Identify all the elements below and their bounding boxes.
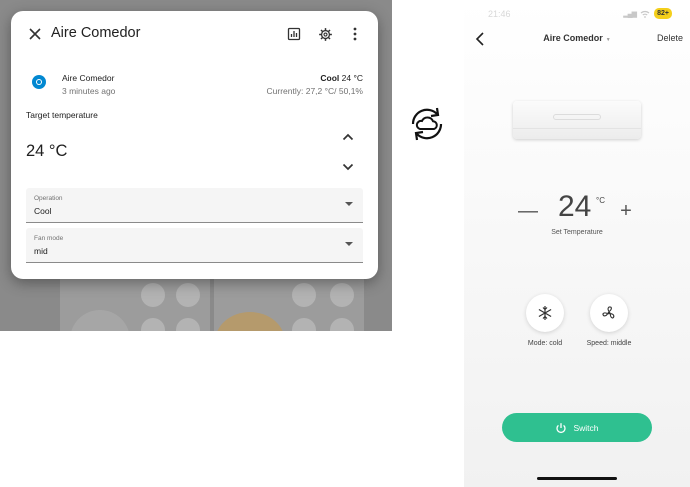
close-icon[interactable] xyxy=(23,22,47,46)
caret-down-icon xyxy=(345,202,353,206)
fan-mode-select[interactable]: Fan mode mid xyxy=(26,228,363,263)
operation-select-label: Operation xyxy=(34,195,63,202)
mode-name: Cool xyxy=(320,73,340,83)
last-changed: 3 minutes ago xyxy=(62,86,116,96)
fan-mode-select-value: mid xyxy=(34,246,48,256)
operation-select-value: Cool xyxy=(34,206,52,216)
fan-icon xyxy=(602,306,615,319)
background-tile xyxy=(176,283,200,307)
switch-label: Switch xyxy=(573,422,599,433)
background-tile xyxy=(330,283,354,307)
caret-down-icon xyxy=(345,242,353,246)
set-temperature-value: 24 xyxy=(558,190,592,223)
battery-badge: 82+ xyxy=(654,8,672,19)
air-conditioner-image xyxy=(513,101,641,139)
more-vertical-icon[interactable] xyxy=(343,22,367,46)
wifi-icon xyxy=(640,10,650,18)
device-title-text: Aire Comedor xyxy=(543,33,603,43)
status-indicators: ▂▄▆ 82+ xyxy=(623,8,672,19)
operation-select[interactable]: Operation Cool xyxy=(26,188,363,223)
home-indicator[interactable] xyxy=(537,477,617,480)
temperature-unit: °C xyxy=(596,196,605,205)
increase-temperature-button[interactable]: + xyxy=(616,200,636,224)
chevron-up-icon[interactable] xyxy=(336,125,360,149)
background-tile xyxy=(141,283,165,307)
power-switch-button[interactable]: Switch xyxy=(502,413,652,442)
decrease-temperature-button[interactable]: — xyxy=(518,200,538,224)
power-icon xyxy=(556,422,567,433)
entity-name: Aire Comedor xyxy=(62,73,115,83)
ha-dashboard-backdrop: Aire Comedor Aire Comedor 3 minutes ago … xyxy=(0,0,392,331)
current-reading: Currently: 27,2 °C/ 50,1% xyxy=(266,86,363,96)
ac-vent-line xyxy=(513,128,641,129)
background-tile xyxy=(292,283,316,307)
fan-speed-button[interactable] xyxy=(590,294,628,332)
dialog-title: Aire Comedor xyxy=(51,25,141,41)
target-temperature-value: 24 °C xyxy=(26,142,68,160)
target-temperature-label: Target temperature xyxy=(26,110,98,120)
ac-display-slot xyxy=(553,114,601,120)
chart-icon[interactable] xyxy=(282,22,306,46)
dropdown-icon: ▼ xyxy=(605,37,611,43)
mode-summary: Cool 24 °C xyxy=(320,73,363,83)
snowflake-icon xyxy=(538,306,552,320)
fan-mode-select-label: Fan mode xyxy=(34,235,64,242)
status-time: 21:46 xyxy=(488,9,511,19)
speed-label: Speed: middle xyxy=(586,340,632,347)
set-temperature-label: Set Temperature xyxy=(551,229,603,236)
phone-app-screen: 21:46 ▂▄▆ 82+ Aire Comedor ▼ Delete — 24 … xyxy=(464,0,690,487)
mode-button[interactable] xyxy=(526,294,564,332)
thermostat-state-icon xyxy=(32,75,46,89)
more-info-dialog: Aire Comedor Aire Comedor 3 minutes ago … xyxy=(11,11,378,279)
gear-icon[interactable] xyxy=(313,22,337,46)
cloud-sync-icon xyxy=(406,103,448,145)
mode-label: Mode: cold xyxy=(527,340,563,347)
delete-button[interactable]: Delete xyxy=(657,33,683,43)
signal-icon: ▂▄▆ xyxy=(623,10,637,18)
chevron-down-icon[interactable] xyxy=(336,155,360,179)
screenshot-stage: Aire Comedor Aire Comedor 3 minutes ago … xyxy=(0,0,690,487)
mode-target: 24 °C xyxy=(341,73,363,83)
